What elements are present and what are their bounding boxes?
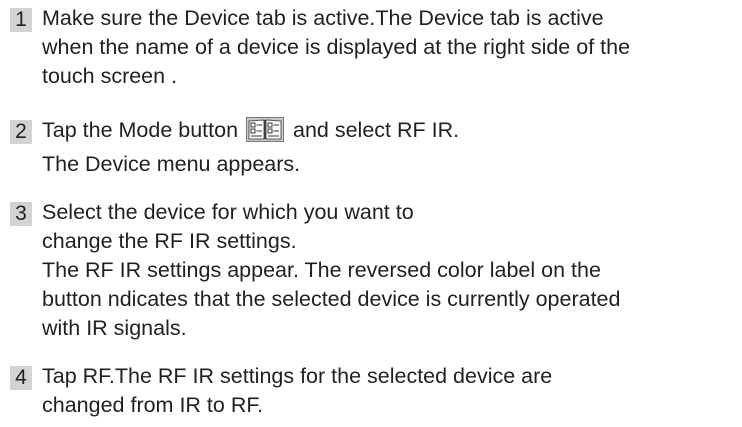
step-text: Make sure the Device tab is active.The D… (42, 4, 738, 91)
step-text-after-icon: and select RF IR. (293, 118, 460, 142)
step-text-line: when the name of a device is displayed a… (42, 35, 631, 59)
step-number: 1 (10, 8, 32, 32)
step-text-line: Make sure the Device tab is active.The D… (42, 6, 604, 30)
step-2: 2 Tap the Mode button and select RF IR. … (10, 116, 738, 179)
step-number: 3 (10, 202, 32, 226)
step-4: 4 Tap RF.The RF IR settings for the sele… (10, 362, 738, 420)
step-text: Select the device for which you want to … (42, 198, 738, 343)
step-text-line: Tap the Mode button and select RF IR. (42, 116, 738, 150)
step-number: 4 (10, 366, 32, 390)
step-text-line: with IR signals. (42, 316, 187, 340)
step-text-line: Tap RF.The RF IR settings for the select… (42, 364, 553, 388)
step-3: 3 Select the device for which you want t… (10, 198, 738, 343)
mode-book-icon (246, 117, 285, 150)
step-text-line: Select the device for which you want to (42, 200, 414, 224)
step-text-line: The RF IR settings appear. The reversed … (42, 258, 601, 282)
step-text: Tap the Mode button and select RF IR. Th… (42, 116, 738, 179)
step-text-line: change the RF IR settings. (42, 229, 297, 253)
step-number: 2 (10, 120, 32, 144)
step-text: Tap RF.The RF IR settings for the select… (42, 362, 738, 420)
step-text-line: changed from IR to RF. (42, 393, 264, 417)
step-text-line: touch screen . (42, 64, 178, 88)
step-1: 1 Make sure the Device tab is active.The… (10, 4, 738, 91)
step-text-before-icon: Tap the Mode button (42, 118, 239, 142)
step-text-line: The Device menu appears. (42, 152, 301, 176)
step-text-line: button ndicates that the selected device… (42, 287, 621, 311)
